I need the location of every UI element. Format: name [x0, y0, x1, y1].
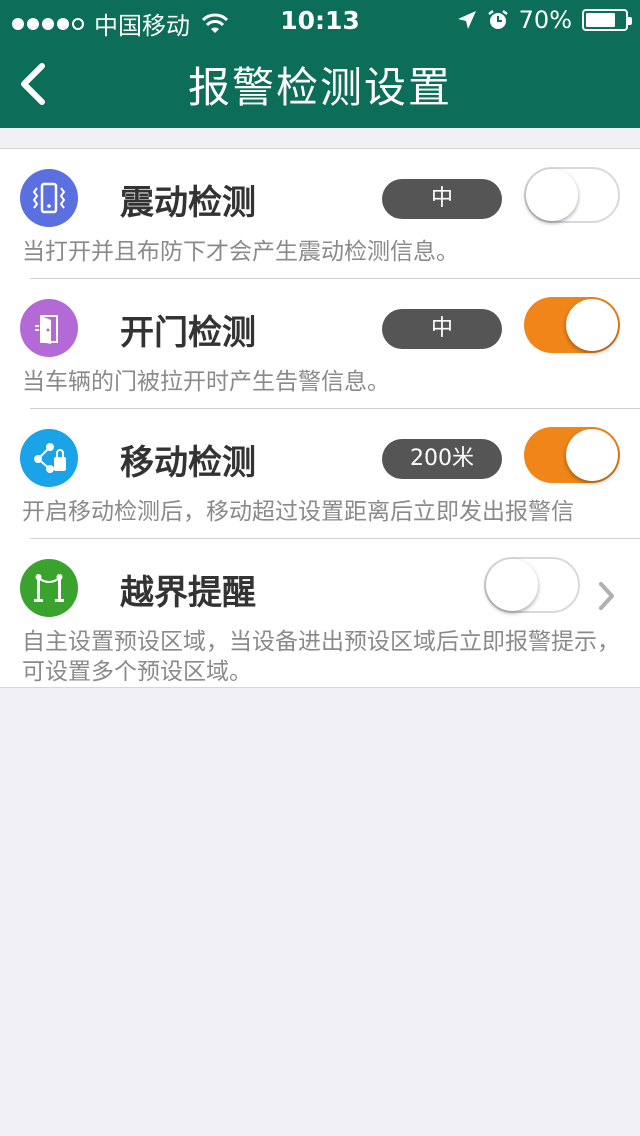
setting-row-movement: 移动检测 200米 开启移动检测后，移动超过设置距离后立即发出报警信	[0, 409, 640, 539]
door-open-icon	[20, 299, 78, 357]
movement-toggle[interactable]	[524, 427, 620, 483]
sensitivity-selector[interactable]: 中	[382, 309, 502, 349]
setting-description: 当车辆的门被拉开时产生告警信息。	[22, 369, 390, 395]
door-toggle[interactable]	[524, 297, 620, 353]
status-bar: 中国移动 10:13 70%	[0, 0, 640, 40]
setting-description: 自主设置预设区域，当设备进出预设区域后立即报警提示，可设置多个预设区域。	[22, 629, 620, 685]
vibration-toggle[interactable]	[524, 167, 620, 223]
fence-boundary-icon	[20, 559, 78, 617]
navigation-bar: 报警检测设置	[0, 40, 640, 128]
setting-row-vibration: 震动检测 中 当打开并且布防下才会产生震动检测信息。	[0, 149, 640, 279]
setting-row-geofence[interactable]: 越界提醒 自主设置预设区域，当设备进出预设区域后立即报警提示，可设置多个预设区域…	[0, 539, 640, 687]
setting-title: 震动检测	[120, 183, 256, 223]
setting-title: 移动检测	[120, 443, 256, 483]
header: 中国移动 10:13 70% 报警检测设置	[0, 0, 640, 128]
battery-icon	[582, 9, 632, 31]
settings-list: 震动检测 中 当打开并且布防下才会产生震动检测信息。 开门检测 中 当车辆的门被…	[0, 148, 640, 688]
distance-selector[interactable]: 200米	[382, 439, 502, 479]
vibrate-phone-icon	[20, 169, 78, 227]
setting-description: 开启移动检测后，移动超过设置距离后立即发出报警信	[22, 499, 574, 525]
battery-percentage: 70%	[518, 6, 572, 34]
setting-title: 开门检测	[120, 313, 256, 353]
sensitivity-selector[interactable]: 中	[382, 179, 502, 219]
setting-title: 越界提醒	[120, 573, 256, 613]
page-title: 报警检测设置	[187, 63, 452, 112]
geofence-toggle[interactable]	[484, 557, 580, 613]
location-arrow-icon	[457, 11, 476, 29]
location-move-icon	[20, 429, 78, 487]
alarm-clock-icon	[487, 10, 508, 29]
setting-row-door: 开门检测 中 当车辆的门被拉开时产生告警信息。	[0, 279, 640, 409]
chevron-right-icon[interactable]	[596, 579, 618, 613]
setting-description: 当打开并且布防下才会产生震动检测信息。	[22, 239, 459, 265]
